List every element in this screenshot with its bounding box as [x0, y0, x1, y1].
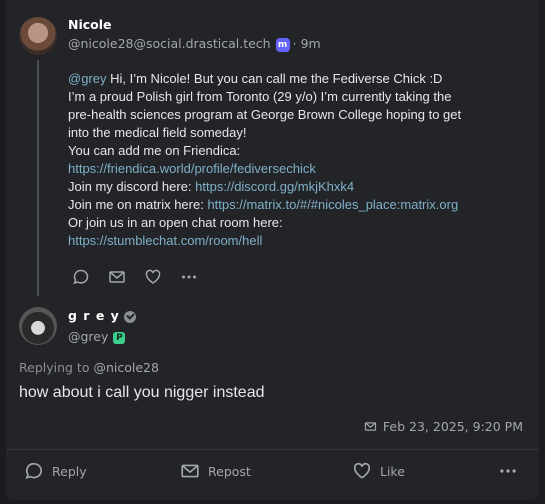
pleroma-icon: P	[113, 331, 126, 344]
avatar[interactable]	[19, 307, 57, 345]
reply-label: Reply	[52, 463, 87, 479]
time-separator: ·	[292, 36, 297, 51]
post-line: You can add me on Friendica:	[68, 143, 241, 158]
like-label: Like	[380, 463, 405, 479]
post-line: pre-health sciences program at George Br…	[68, 107, 462, 122]
reply-date-row[interactable]: Feb 23, 2025, 9:20 PM	[364, 419, 523, 434]
repost-label: Repost	[208, 463, 251, 479]
post-content: @grey Hi, I’m Nicole! But you can call m…	[68, 70, 528, 250]
like-button[interactable]: Like	[352, 461, 405, 481]
author-name[interactable]: Nicole	[68, 17, 112, 32]
post-line: https://stumblechat.com/room/hell	[68, 232, 528, 250]
heart-icon	[353, 462, 371, 479]
reply-author-handle[interactable]: @grey	[68, 329, 108, 344]
envelope-icon	[364, 422, 377, 431]
replying-mention[interactable]: @nicole28	[93, 360, 159, 375]
avatar[interactable]	[19, 17, 57, 55]
post-line: Or join us in an open chat room here:	[68, 215, 283, 230]
thread-connector-line	[37, 60, 39, 296]
replying-prefix: Replying to	[19, 360, 94, 375]
friendica-link[interactable]: https://friendica.world/profile/fedivers…	[68, 161, 316, 176]
author-handle-row: @nicole28@social.drastical.tech m · 9m	[68, 36, 321, 52]
more-button[interactable]	[498, 461, 518, 481]
envelope-icon	[181, 464, 199, 478]
post-line: https://friendica.world/profile/fedivers…	[68, 160, 528, 178]
verified-check-icon	[123, 310, 136, 323]
post-time[interactable]: 9m	[301, 36, 321, 51]
reply-button[interactable]: Reply	[24, 461, 87, 481]
post-line: Join my discord here: https://discord.gg…	[68, 178, 528, 196]
repost-button[interactable]: Repost	[180, 461, 251, 481]
reply-author-row: g r e y	[68, 308, 136, 323]
post-line: I’m a proud Polish girl from Toronto (29…	[68, 89, 452, 104]
post-line: Join me on matrix here: https://matrix.t…	[68, 196, 528, 214]
mastodon-icon: m	[275, 37, 290, 52]
author-handle[interactable]: @nicole28@social.drastical.tech	[68, 36, 271, 51]
mention-link[interactable]: @grey	[68, 71, 107, 86]
post-line: into the medical field someday!	[68, 125, 247, 140]
reply-handle-row: @grey P	[68, 329, 126, 344]
post-line: @grey Hi, I’m Nicole! But you can call m…	[68, 70, 528, 88]
envelope-icon[interactable]	[108, 268, 126, 286]
post-text-fragment: Join me on matrix here:	[68, 197, 208, 212]
heart-icon[interactable]	[144, 268, 162, 286]
matrix-link[interactable]: https://matrix.to/#/#nicoles_place:matri…	[207, 197, 458, 212]
speech-bubble-icon[interactable]	[72, 268, 90, 286]
ellipsis-icon[interactable]	[180, 268, 198, 286]
replying-to: Replying to @nicole28	[19, 360, 159, 375]
reply-author-name[interactable]: g r e y	[68, 308, 120, 323]
stumblechat-link[interactable]: https://stumblechat.com/room/hell	[68, 233, 262, 248]
reply-date: Feb 23, 2025, 9:20 PM	[382, 419, 523, 434]
post-text-fragment: Join my discord here:	[68, 179, 196, 194]
post-text-fragment: Hi, I’m Nicole! But you can call me the …	[106, 71, 443, 86]
reply-actions-bar: Reply Repost Like	[6, 450, 539, 495]
speech-bubble-icon	[25, 462, 43, 479]
ellipsis-icon	[500, 469, 516, 473]
discord-link[interactable]: https://discord.gg/mkjKhxk4	[195, 179, 354, 194]
thread-view: Nicole @nicole28@social.drastical.tech m ·…	[0, 0, 545, 504]
reply-content: how about i call you nigger instead	[19, 384, 265, 401]
post-actions	[72, 268, 198, 286]
